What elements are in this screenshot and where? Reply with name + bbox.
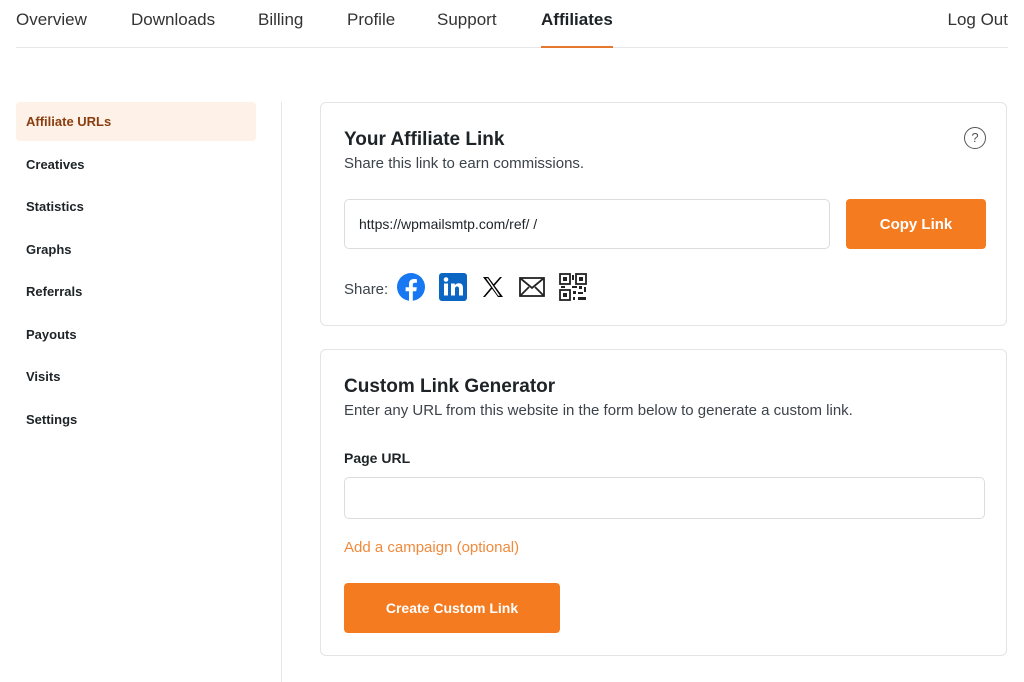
sidebar-item-referrals[interactable]: Referrals [16,272,256,311]
logout-link[interactable]: Log Out [948,10,1009,30]
tab-profile[interactable]: Profile [347,10,395,48]
share-label: Share: [344,280,389,298]
facebook-icon[interactable] [396,272,426,307]
x-icon[interactable] [480,274,506,305]
page-url-input[interactable] [344,477,985,519]
sidebar: Affiliate URLs Creatives Statistics Grap… [16,102,256,442]
affiliate-link-subtitle: Share this link to earn commissions. [344,155,585,172]
sidebar-item-graphs[interactable]: Graphs [16,230,256,269]
sidebar-item-settings[interactable]: Settings [16,400,256,439]
tab-overview[interactable]: Overview [16,10,87,48]
sidebar-item-visits[interactable]: Visits [16,357,256,396]
custom-link-card: Custom Link Generator Enter any URL from… [320,349,1007,656]
sidebar-item-payouts[interactable]: Payouts [16,315,256,354]
affiliate-url-field[interactable] [344,199,830,249]
tab-support[interactable]: Support [437,10,497,48]
create-custom-link-button[interactable]: Create Custom Link [344,583,560,633]
sidebar-divider [281,102,282,682]
affiliate-link-title: Your Affiliate Link [344,129,505,150]
tab-billing[interactable]: Billing [258,10,303,48]
qr-code-icon[interactable] [558,272,588,307]
custom-link-subtitle: Enter any URL from this website in the f… [344,402,853,419]
copy-link-button[interactable]: Copy Link [846,199,986,249]
affiliate-link-card: Your Affiliate Link Share this link to e… [320,102,1007,326]
share-row: Share: [344,272,600,307]
tab-affiliates[interactable]: Affiliates [541,10,613,48]
sidebar-item-affiliate-urls[interactable]: Affiliate URLs [16,102,256,141]
add-campaign-link[interactable]: Add a campaign (optional) [344,539,519,556]
linkedin-icon[interactable] [438,272,468,307]
sidebar-item-statistics[interactable]: Statistics [16,187,256,226]
email-icon[interactable] [518,275,546,304]
sidebar-item-creatives[interactable]: Creatives [16,145,256,184]
page-url-label: Page URL [344,450,411,466]
help-icon[interactable]: ? [964,127,986,149]
top-navigation: Overview Downloads Billing Profile Suppo… [16,0,1008,48]
tab-downloads[interactable]: Downloads [131,10,215,48]
custom-link-title: Custom Link Generator [344,376,556,397]
